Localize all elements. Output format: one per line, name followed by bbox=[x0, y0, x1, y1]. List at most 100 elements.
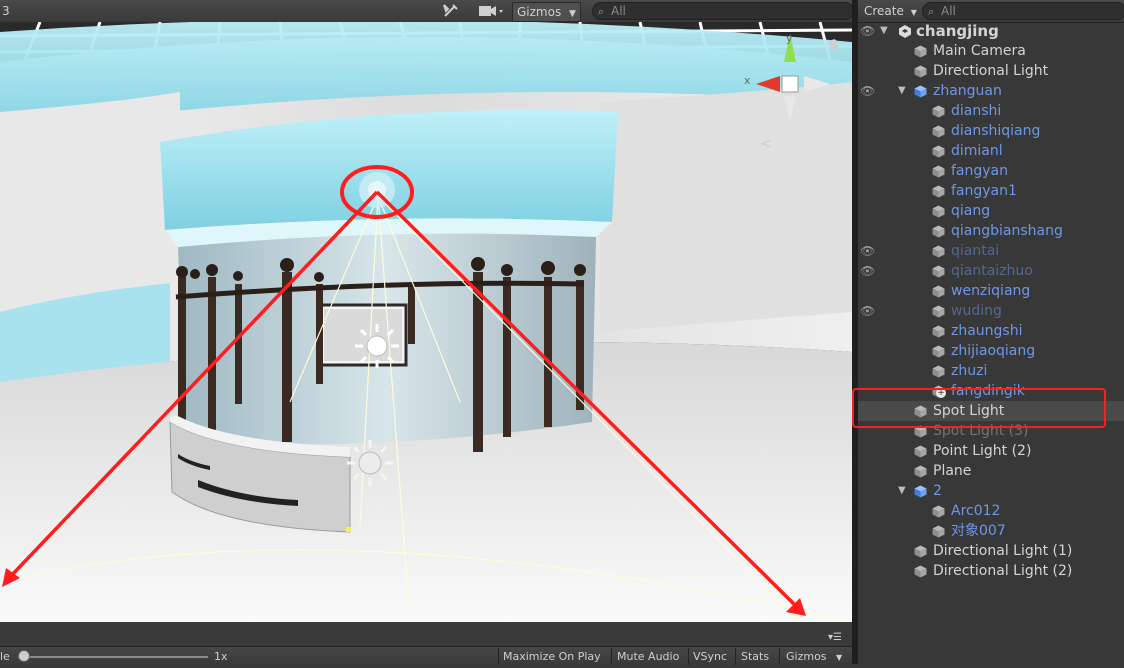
hierarchy-item[interactable]: Main Camera bbox=[858, 41, 1124, 61]
hierarchy-item[interactable]: 对象007 bbox=[858, 521, 1124, 541]
cube-icon bbox=[914, 544, 927, 558]
cube-icon bbox=[932, 344, 945, 358]
scale-label: le bbox=[0, 650, 10, 663]
chevron-down-icon: ▼ bbox=[910, 8, 917, 17]
hierarchy-item-label: zhuzi bbox=[951, 363, 988, 379]
hierarchy-item[interactable]: 👁 qiantai bbox=[858, 241, 1124, 261]
scene-toolbar: 3 Gizmos ▼ ⌕ All bbox=[0, 0, 854, 23]
visibility-eye-icon[interactable]: 👁 bbox=[860, 301, 875, 321]
toolbar-fragment: 3 bbox=[2, 4, 10, 18]
cube-icon bbox=[932, 204, 945, 218]
cube-icon bbox=[932, 504, 945, 518]
hierarchy-item[interactable]: Directional Light (2) bbox=[858, 561, 1124, 581]
cube-icon bbox=[914, 564, 927, 578]
scale-slider-track[interactable] bbox=[18, 656, 208, 658]
hierarchy-item[interactable]: zhuzi bbox=[858, 361, 1124, 381]
hierarchy-item-label: qiantaizhuo bbox=[951, 263, 1033, 279]
axis-x-label: x bbox=[744, 74, 751, 87]
hierarchy-item-label: dianshi bbox=[951, 103, 1002, 119]
hierarchy-item[interactable]: zhijiaoqiang bbox=[858, 341, 1124, 361]
scene-view: 3 Gizmos ▼ ⌕ All x y < ▾☰ le 1x Maximize… bbox=[0, 0, 854, 665]
cube-icon bbox=[932, 144, 945, 158]
tools-icon[interactable] bbox=[442, 3, 460, 21]
game-gizmos-dropdown[interactable]: Gizmos ▼ bbox=[786, 647, 842, 665]
prefab-icon bbox=[914, 84, 927, 98]
hierarchy-item-label: dimianl bbox=[951, 143, 1003, 159]
hierarchy-item[interactable]: fangyan bbox=[858, 161, 1124, 181]
hierarchy-item-label: Directional Light (1) bbox=[933, 543, 1073, 559]
gizmos-label: Gizmos bbox=[517, 5, 562, 19]
expand-arrow-icon[interactable]: ▼ bbox=[898, 81, 906, 101]
hierarchy-toolbar: Create ▼ ⌕ All bbox=[858, 0, 1124, 23]
spot-light-gizmo-icon bbox=[355, 324, 399, 368]
hierarchy-item-label: Point Light (2) bbox=[933, 443, 1032, 459]
cube-icon bbox=[932, 104, 945, 118]
hierarchy-item[interactable]: Directional Light (1) bbox=[858, 541, 1124, 561]
chevron-down-icon: ▼ bbox=[836, 653, 843, 662]
scene-viewport[interactable]: x y < bbox=[0, 22, 852, 622]
hierarchy-item[interactable]: 👁 ▼ zhanguan bbox=[858, 81, 1124, 101]
visibility-eye-icon[interactable]: 👁 bbox=[860, 81, 875, 101]
hierarchy-item-label: fangyan bbox=[951, 163, 1009, 179]
expand-arrow-icon[interactable]: ▼ bbox=[898, 481, 906, 501]
hierarchy-item[interactable]: fangyan1 bbox=[858, 181, 1124, 201]
cube-icon bbox=[932, 304, 945, 318]
hierarchy-item[interactable]: qiangbianshang bbox=[858, 221, 1124, 241]
hierarchy-item[interactable]: 👁 wuding bbox=[858, 301, 1124, 321]
hierarchy-item-label: qiantai bbox=[951, 243, 1000, 259]
cube-icon bbox=[932, 324, 945, 338]
axis-gizmo[interactable]: x y < bbox=[742, 32, 838, 152]
mute-audio-toggle[interactable]: Mute Audio bbox=[617, 647, 679, 665]
hierarchy-item[interactable]: dianshi bbox=[858, 101, 1124, 121]
maximize-on-play-toggle[interactable]: Maximize On Play bbox=[503, 647, 601, 665]
visibility-eye-icon[interactable]: 👁 bbox=[860, 21, 875, 41]
cube-icon bbox=[932, 184, 945, 198]
camera-icon[interactable] bbox=[478, 4, 504, 22]
search-icon: ⌕ bbox=[928, 5, 935, 18]
cube-icon bbox=[914, 444, 927, 458]
scale-slider-handle[interactable] bbox=[18, 650, 30, 662]
hierarchy-item[interactable]: zhaungshi bbox=[858, 321, 1124, 341]
hierarchy-item-label: 2 bbox=[933, 483, 942, 499]
create-dropdown[interactable]: Create ▼ bbox=[864, 3, 917, 19]
annotation-highlight bbox=[852, 388, 1106, 428]
scale-value: 1x bbox=[214, 650, 228, 663]
hierarchy-item[interactable]: Point Light (2) bbox=[858, 441, 1124, 461]
cube-icon bbox=[932, 264, 945, 278]
cube-icon bbox=[914, 64, 927, 78]
hierarchy-item-label: Directional Light (2) bbox=[933, 563, 1073, 579]
hierarchy-item[interactable]: Directional Light bbox=[858, 61, 1124, 81]
lock-icon[interactable] bbox=[828, 36, 840, 55]
cube-icon bbox=[932, 164, 945, 178]
hierarchy-item[interactable]: dianshiqiang bbox=[858, 121, 1124, 141]
hierarchy-item-label: dianshiqiang bbox=[951, 123, 1041, 139]
hierarchy-search-input[interactable]: ⌕ All bbox=[922, 2, 1124, 20]
hierarchy-item[interactable]: dimianl bbox=[858, 141, 1124, 161]
hierarchy-item-label: Arc012 bbox=[951, 503, 1001, 519]
vsync-toggle[interactable]: VSync bbox=[693, 647, 727, 665]
prefab-icon bbox=[914, 484, 927, 498]
cube-icon bbox=[932, 244, 945, 258]
cube-icon bbox=[914, 44, 927, 58]
view-mode-label[interactable]: < bbox=[760, 136, 772, 152]
stats-toggle[interactable]: Stats bbox=[741, 647, 769, 665]
scene-root-row[interactable]: 👁 ▼ changjing bbox=[858, 21, 1124, 41]
visibility-eye-icon[interactable]: 👁 bbox=[860, 261, 875, 281]
visibility-eye-icon[interactable]: 👁 bbox=[860, 241, 875, 261]
hierarchy-item[interactable]: Plane bbox=[858, 461, 1124, 481]
hierarchy-item[interactable]: wenziqiang bbox=[858, 281, 1124, 301]
cube-icon bbox=[932, 524, 945, 538]
hierarchy-item-label: qiang bbox=[951, 203, 991, 219]
hierarchy-item[interactable]: ▼ 2 bbox=[858, 481, 1124, 501]
hierarchy-item-label: Directional Light bbox=[933, 63, 1049, 79]
hierarchy-item[interactable]: qiang bbox=[858, 201, 1124, 221]
expand-arrow-icon[interactable]: ▼ bbox=[880, 21, 888, 41]
scene-search-input[interactable]: ⌕ All bbox=[592, 2, 854, 20]
cube-icon bbox=[932, 364, 945, 378]
hierarchy-item[interactable]: 👁 qiantaizhuo bbox=[858, 261, 1124, 281]
hierarchy-item-label: zhijiaoqiang bbox=[951, 343, 1036, 359]
hierarchy-item[interactable]: Arc012 bbox=[858, 501, 1124, 521]
gizmos-dropdown[interactable]: Gizmos ▼ bbox=[512, 2, 581, 22]
menu-icon[interactable]: ▾☰ bbox=[828, 632, 842, 643]
hierarchy-panel: Create ▼ ⌕ All 👁 ▼ changjing Main Camera… bbox=[858, 0, 1124, 664]
